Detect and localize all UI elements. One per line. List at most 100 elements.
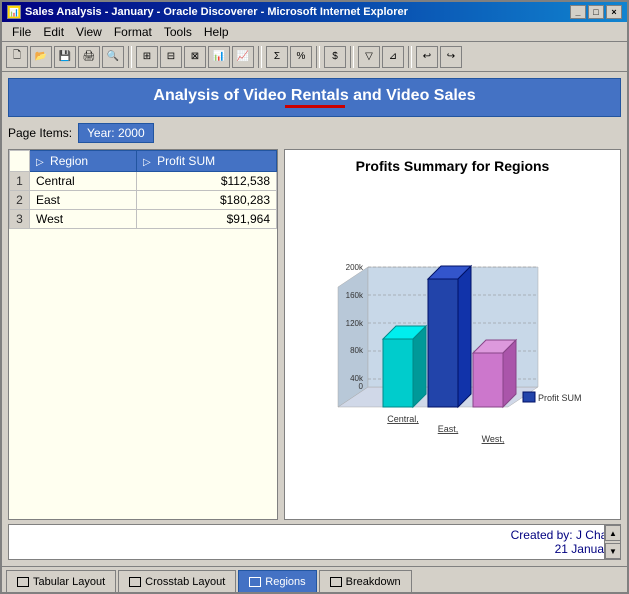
menu-bar: File Edit View Format Tools Help	[2, 22, 627, 42]
tab-icon-regions	[249, 577, 261, 587]
svg-text:0: 0	[358, 382, 363, 391]
tab-bar: Tabular Layout Crosstab Layout Regions B…	[2, 566, 627, 592]
page-items-bar: Page Items: Year: 2000	[8, 121, 621, 145]
tool-1[interactable]: ⊞	[136, 46, 158, 68]
tab-crosstab-layout[interactable]: Crosstab Layout	[118, 570, 236, 592]
separator-1	[128, 46, 132, 68]
app-icon: 📊	[7, 5, 21, 19]
region-cell-3: West	[30, 210, 137, 229]
title-bar-left: 📊 Sales Analysis - January - Oracle Disc…	[7, 5, 408, 19]
svg-text:East,: East,	[437, 424, 458, 434]
svg-text:West,: West,	[481, 434, 504, 444]
footer-line2: 21 January	[15, 542, 614, 556]
svg-text:40k: 40k	[350, 374, 364, 383]
maximize-button[interactable]: □	[588, 5, 604, 19]
year-badge[interactable]: Year: 2000	[78, 123, 154, 143]
menu-help[interactable]: Help	[198, 24, 235, 40]
separator-3	[316, 46, 320, 68]
profit-cell-2: $180,283	[137, 191, 277, 210]
scrollbar-vertical[interactable]: ▲ ▼	[604, 525, 620, 559]
profit-cell-3: $91,964	[137, 210, 277, 229]
tool-9[interactable]: ▽	[358, 46, 380, 68]
data-table: ▷ Region ▷ Profit SUM 1 Central	[9, 150, 277, 229]
sort-icon-region: ▷	[36, 157, 44, 168]
col-header-profit[interactable]: ▷ Profit SUM	[137, 151, 277, 172]
tool-8[interactable]: $	[324, 46, 346, 68]
title-bar: 📊 Sales Analysis - January - Oracle Disc…	[2, 2, 627, 22]
report-title-text: Analysis of Video Rentals and Video Sale…	[153, 87, 475, 104]
region-cell-1: Central	[30, 172, 137, 191]
page-items-label: Page Items:	[8, 126, 72, 140]
menu-file[interactable]: File	[6, 24, 37, 40]
footer-area: Created by: J Chan 21 January ▲ ▼	[8, 524, 621, 560]
tab-icon-breakdown	[330, 577, 342, 587]
main-window: 📊 Sales Analysis - January - Oracle Disc…	[0, 0, 629, 594]
svg-text:80k: 80k	[350, 346, 364, 355]
content-area: Analysis of Video Rentals and Video Sale…	[2, 72, 627, 566]
separator-2	[258, 46, 262, 68]
data-table-container: ▷ Region ▷ Profit SUM 1 Central	[8, 149, 278, 520]
menu-format[interactable]: Format	[108, 24, 158, 40]
region-cell-2: East	[30, 191, 137, 210]
table-row: 3 West $91,964	[10, 210, 277, 229]
year-badge-text: Year: 2000	[87, 126, 145, 140]
svg-text:120k: 120k	[345, 319, 363, 328]
chart-svg: 0 40k 80k 120k 160k 200k	[308, 237, 598, 457]
open-button[interactable]: 📂	[30, 46, 52, 68]
tab-icon-crosstab	[129, 577, 141, 587]
corner-cell	[10, 151, 30, 172]
tool-12[interactable]: ↪	[440, 46, 462, 68]
tab-breakdown[interactable]: Breakdown	[319, 570, 412, 592]
table-row: 2 East $180,283	[10, 191, 277, 210]
toolbar: 🗋 📂 💾 🖨 🔍 ⊞ ⊟ ⊠ 📊 📈 Σ % $ ▽ ⊿ ↩ ↪	[2, 42, 627, 72]
tab-label-crosstab: Crosstab Layout	[145, 576, 225, 588]
separator-5	[408, 46, 412, 68]
report-area: ▷ Region ▷ Profit SUM 1 Central	[8, 149, 621, 520]
tool-3[interactable]: ⊠	[184, 46, 206, 68]
tab-icon-tabular	[17, 577, 29, 587]
tab-label-breakdown: Breakdown	[346, 576, 401, 588]
row-num-2: 2	[10, 191, 30, 210]
save-button[interactable]: 💾	[54, 46, 76, 68]
separator-4	[350, 46, 354, 68]
tool-5[interactable]: 📈	[232, 46, 254, 68]
chart-svg-container: 0 40k 80k 120k 160k 200k	[289, 178, 616, 515]
tab-label-regions: Regions	[265, 576, 305, 588]
title-bar-controls[interactable]: _ □ ×	[570, 5, 622, 19]
menu-edit[interactable]: Edit	[37, 24, 70, 40]
window-title: Sales Analysis - January - Oracle Discov…	[25, 6, 408, 18]
profit-cell-1: $112,538	[137, 172, 277, 191]
new-button[interactable]: 🗋	[6, 46, 28, 68]
tab-label-tabular: Tabular Layout	[33, 576, 105, 588]
tool-11[interactable]: ↩	[416, 46, 438, 68]
close-button[interactable]: ×	[606, 5, 622, 19]
col-header-region[interactable]: ▷ Region	[30, 151, 137, 172]
footer-line1: Created by: J Chan	[15, 528, 614, 542]
tab-regions[interactable]: Regions	[238, 570, 316, 592]
report-title: Analysis of Video Rentals and Video Sale…	[8, 78, 621, 117]
chart-title: Profits Summary for Regions	[289, 154, 616, 178]
tool-7[interactable]: %	[290, 46, 312, 68]
row-num-3: 3	[10, 210, 30, 229]
preview-button[interactable]: 🔍	[102, 46, 124, 68]
tool-6[interactable]: Σ	[266, 46, 288, 68]
sort-icon-profit: ▷	[143, 157, 151, 168]
chart-area: Profits Summary for Regions	[284, 149, 621, 520]
menu-tools[interactable]: Tools	[158, 24, 198, 40]
title-underline	[285, 105, 345, 108]
svg-text:Profit SUM: Profit SUM	[538, 393, 582, 403]
svg-text:160k: 160k	[345, 291, 363, 300]
row-num-1: 1	[10, 172, 30, 191]
table-row: 1 Central $112,538	[10, 172, 277, 191]
tab-tabular-layout[interactable]: Tabular Layout	[6, 570, 116, 592]
tool-4[interactable]: 📊	[208, 46, 230, 68]
tool-2[interactable]: ⊟	[160, 46, 182, 68]
scroll-up-button[interactable]: ▲	[605, 525, 621, 541]
menu-view[interactable]: View	[70, 24, 108, 40]
footer-text: Created by: J Chan 21 January	[15, 528, 614, 556]
minimize-button[interactable]: _	[570, 5, 586, 19]
tool-10[interactable]: ⊿	[382, 46, 404, 68]
svg-text:200k: 200k	[345, 263, 363, 272]
scroll-down-button[interactable]: ▼	[605, 543, 621, 559]
print-button[interactable]: 🖨	[78, 46, 100, 68]
